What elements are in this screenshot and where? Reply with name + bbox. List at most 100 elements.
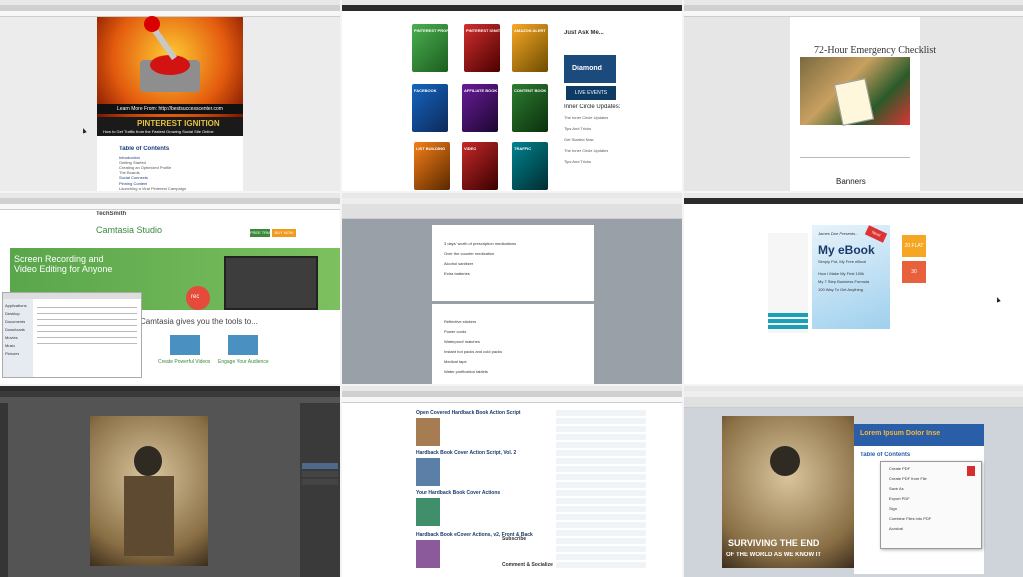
rec-button-icon[interactable]: rec bbox=[186, 286, 210, 310]
buy-now-button[interactable]: BUY NOW bbox=[272, 229, 296, 237]
article-title[interactable]: Your Hardback Book Cover Actions bbox=[416, 490, 500, 496]
ebook-cover[interactable]: CONTENT BOOK bbox=[512, 84, 548, 132]
ebook-title: CONTENT BOOK bbox=[514, 88, 547, 93]
sidebar-item[interactable]: Tips And Tricks bbox=[564, 126, 591, 131]
sidebar-item[interactable]: The Inner Circle Updates bbox=[564, 115, 608, 120]
cover-subtitle: Simply Put, My Free eBook bbox=[818, 259, 867, 264]
finder-sidebar-item[interactable]: Movies bbox=[5, 335, 18, 340]
layer-row[interactable] bbox=[302, 471, 338, 477]
free-trial-button[interactable]: FREE TRIAL bbox=[250, 229, 270, 237]
acrobat-icon bbox=[967, 466, 975, 476]
lever-knob-icon bbox=[144, 16, 160, 32]
finder-sidebar-item[interactable]: Music bbox=[5, 343, 15, 348]
ask-me-label[interactable]: Just Ask Me... bbox=[564, 30, 604, 36]
finder-sidebar-item[interactable]: Documents bbox=[5, 319, 25, 324]
browser-toolbar[interactable] bbox=[342, 5, 682, 11]
pinterest-banner: PINTEREST IGNITION How to Get Traffic fr… bbox=[97, 117, 243, 136]
acrobat-menu[interactable]: Create PDF Create PDF from File Save As … bbox=[880, 461, 982, 549]
ebook-cover[interactable]: FACEBOOK bbox=[412, 84, 448, 132]
finder-sidebar-item[interactable]: Desktop bbox=[5, 311, 20, 316]
menu-item[interactable]: Combine Files into PDF bbox=[889, 516, 931, 521]
pinterest-title: PINTEREST IGNITION bbox=[137, 119, 220, 128]
finder-sidebar-item[interactable]: Applications bbox=[5, 303, 27, 308]
file-row[interactable] bbox=[37, 343, 137, 344]
ebook-cover[interactable]: PINTEREST PROFIT bbox=[412, 24, 452, 72]
gas-mask-icon bbox=[770, 446, 800, 476]
menu-item[interactable]: Create PDF bbox=[889, 466, 910, 471]
file-row[interactable] bbox=[37, 313, 137, 314]
form-bar bbox=[768, 319, 808, 323]
bullet-item: Instant hot packs and cold packs bbox=[444, 349, 503, 354]
bullet-item: Water purification tablets bbox=[444, 369, 488, 374]
word-toolbar[interactable] bbox=[684, 397, 1023, 408]
toc-item[interactable]: Social Connects bbox=[119, 175, 148, 180]
article-title[interactable]: Hardback Book Cover Action Script, Vol. … bbox=[416, 450, 516, 456]
banners-title: Banners bbox=[836, 177, 866, 186]
address-bar[interactable] bbox=[342, 397, 682, 403]
file-row[interactable] bbox=[37, 337, 137, 338]
bullet-item: Over the counter medication bbox=[444, 251, 495, 256]
diamond-banner[interactable]: Diamond bbox=[564, 55, 616, 83]
options-bar[interactable] bbox=[0, 391, 340, 397]
ebook-cover[interactable]: PINTEREST IGNITION bbox=[464, 24, 507, 72]
menu-item[interactable]: Create PDF from File bbox=[889, 476, 927, 481]
page-break bbox=[432, 301, 594, 304]
finder-sidebar-item[interactable]: Pictures bbox=[5, 351, 19, 356]
menu-item[interactable]: Save As bbox=[889, 486, 904, 491]
layer-row[interactable] bbox=[302, 479, 338, 485]
layer-row-selected[interactable] bbox=[302, 463, 338, 469]
form-panel[interactable] bbox=[768, 233, 808, 333]
divider bbox=[800, 157, 910, 158]
ebook-title: FACEBOOK bbox=[414, 88, 437, 93]
screenshot-actions-blog: Open Covered Hardback Book Action Script… bbox=[342, 386, 682, 577]
sidebar-item[interactable]: Get Started Now bbox=[564, 137, 594, 142]
brand-logo[interactable]: TechSmith bbox=[96, 211, 126, 217]
screenshot-photoshop bbox=[0, 386, 340, 577]
canvas-image[interactable] bbox=[90, 416, 208, 566]
screenshot-pinterest-ignition: IGNITE Learn More From: http://bestsucce… bbox=[0, 0, 340, 191]
file-row[interactable] bbox=[37, 319, 137, 320]
menu-item[interactable]: Acrobat bbox=[889, 526, 903, 531]
ebook-title: PINTEREST PROFIT bbox=[414, 28, 453, 33]
finder-sidebar-item[interactable]: Downloads bbox=[5, 327, 25, 332]
menu-item[interactable]: Export PDF bbox=[889, 496, 910, 501]
article-thumb bbox=[416, 458, 440, 486]
promo-box[interactable]: 20 FLAT bbox=[902, 235, 926, 257]
web-page: 72-Hour Emergency Checklist Banners bbox=[790, 17, 936, 191]
finder-window[interactable]: Applications Desktop Documents Downloads… bbox=[2, 292, 142, 378]
address-bar[interactable] bbox=[0, 204, 340, 210]
comment-heading: Comment & Socialize bbox=[502, 562, 553, 568]
ebook-cover[interactable]: AMAZON ALERT bbox=[512, 24, 548, 72]
feature-audience: Engage Your Audience bbox=[218, 359, 269, 365]
promo-box[interactable]: 30 bbox=[902, 261, 926, 283]
ebook-cover[interactable]: TRAFFIC bbox=[512, 142, 548, 190]
editor-toolbar[interactable] bbox=[684, 198, 1023, 204]
file-row[interactable] bbox=[37, 331, 137, 332]
sidebar-item[interactable]: The Inner Circle Updates bbox=[564, 148, 608, 153]
screenshot-word-document: 3 days' worth of prescription medication… bbox=[342, 193, 682, 384]
live-events-banner[interactable]: LIVE EVENTS bbox=[566, 86, 616, 100]
toc-item[interactable]: Launching a Viral Pinterest Campaign bbox=[119, 186, 186, 191]
screenshot-ebook-store: PINTEREST PROFIT PINTEREST IGNITION AMAZ… bbox=[342, 0, 682, 191]
tools-panel[interactable] bbox=[0, 403, 8, 577]
article-title[interactable]: Open Covered Hardback Book Action Script bbox=[416, 410, 521, 416]
menu-item[interactable]: Sign bbox=[889, 506, 897, 511]
ebook-cover[interactable]: LIST BUILDING bbox=[414, 142, 450, 190]
sidebar-thumbs[interactable] bbox=[556, 410, 646, 570]
sidebar-title: Inner Circle Updates: bbox=[564, 104, 621, 110]
cover-list-item: My 7 Step Business Formula bbox=[818, 279, 870, 284]
cover-author: James Doe Presents... bbox=[818, 231, 859, 236]
layers-panel[interactable] bbox=[300, 403, 340, 577]
bullet-item: Medical tape bbox=[444, 359, 467, 364]
file-row[interactable] bbox=[37, 325, 137, 326]
ebook-cover[interactable]: VIDEO bbox=[462, 142, 498, 190]
file-row[interactable] bbox=[37, 307, 137, 308]
learn-more-strip[interactable]: Learn More From: http://bestsuccesscente… bbox=[97, 104, 243, 114]
new-badge: New! bbox=[864, 225, 888, 243]
document-page: Table of Contents Introduction Getting S… bbox=[97, 136, 243, 191]
form-bar bbox=[768, 313, 808, 317]
word-toolbar[interactable] bbox=[342, 204, 682, 219]
sidebar-item[interactable]: Tips And Tricks bbox=[564, 159, 591, 164]
ebook-cover[interactable]: AFFILIATE BOOK bbox=[462, 84, 498, 132]
cover-list-item: 100 Way To Get Anything bbox=[818, 287, 863, 292]
